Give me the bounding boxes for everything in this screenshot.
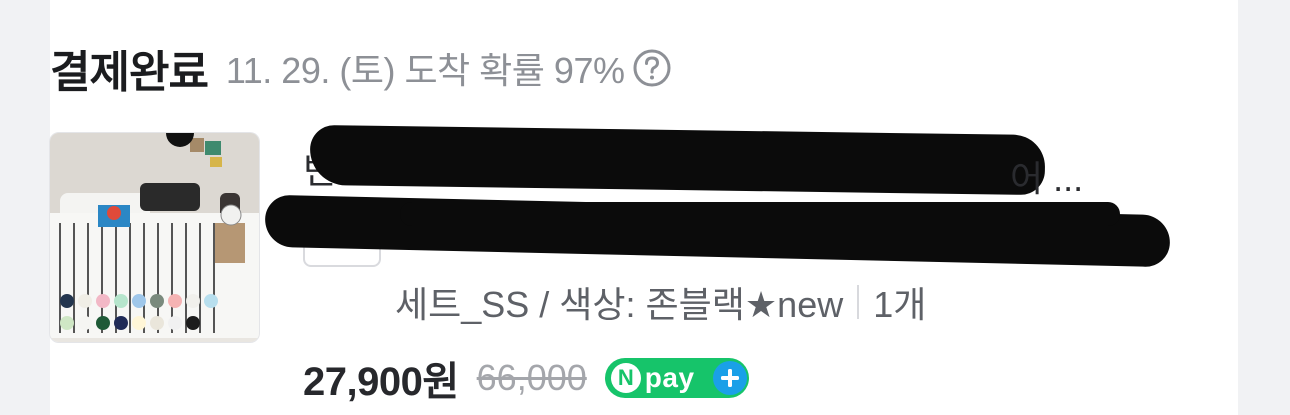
product-option-line: 세트_SS / 색상: 존블랙★new 1개 bbox=[395, 276, 926, 328]
product-thumbnail[interactable] bbox=[49, 132, 260, 343]
npay-plus-badge: N pay bbox=[604, 358, 749, 398]
product-option-text: 세트_SS / 색상: 존블랙★new bbox=[395, 284, 844, 325]
order-status-row: 결제완료 11. 29. (토) 도착 확률 97% bbox=[50, 40, 672, 97]
npay-badge-text: pay bbox=[644, 362, 695, 393]
redaction-mark bbox=[400, 202, 1120, 226]
option-divider bbox=[857, 285, 860, 319]
sale-price: 27,900원 bbox=[303, 360, 459, 404]
redaction-mark bbox=[309, 124, 1046, 196]
product-title-suffix: 어 ... bbox=[1010, 158, 1084, 199]
bedding-product-image bbox=[50, 133, 259, 342]
help-circle-icon[interactable] bbox=[632, 48, 672, 88]
product-quantity: 1개 bbox=[873, 284, 927, 325]
npay-logo-icon: N bbox=[610, 363, 641, 393]
original-price: 66,000 bbox=[476, 357, 587, 398]
price-row: 27,900원 66,000 N pay bbox=[303, 350, 749, 406]
order-status-title: 결제완료 bbox=[50, 48, 209, 97]
plus-icon bbox=[712, 361, 747, 395]
delivery-estimate: 11. 29. (토) 도착 확률 97% bbox=[225, 50, 625, 91]
